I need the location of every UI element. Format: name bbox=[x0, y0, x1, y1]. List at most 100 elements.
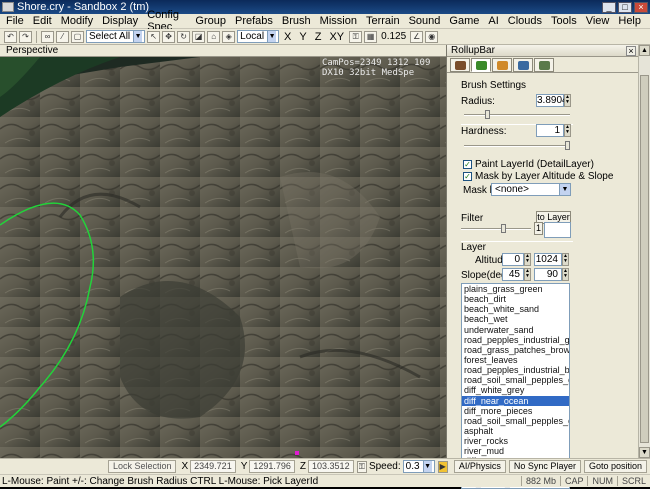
radius-slider-handle[interactable] bbox=[485, 110, 491, 119]
scale-icon[interactable]: ◪ bbox=[192, 30, 206, 43]
slope-min-input[interactable]: 45 bbox=[502, 268, 524, 281]
list-item[interactable]: river_mud bbox=[462, 446, 569, 456]
menu-ai[interactable]: AI bbox=[488, 15, 498, 27]
filter-color-field[interactable] bbox=[544, 222, 571, 238]
redo-icon[interactable]: ↷ bbox=[19, 30, 32, 43]
tab-display[interactable] bbox=[513, 58, 533, 72]
unlink-icon[interactable]: ⁄ bbox=[56, 30, 69, 43]
mask-altitude-checkbox[interactable]: ✓ Mask by Layer Altitude & Slope bbox=[463, 171, 613, 182]
speed-dropdown[interactable]: 0.3 ▼ bbox=[402, 460, 435, 473]
axis-xy-button[interactable]: XY bbox=[326, 31, 347, 43]
tab-modeling[interactable] bbox=[492, 58, 512, 72]
no-sync-player-button[interactable]: No Sync Player bbox=[508, 460, 581, 473]
terrain-render[interactable] bbox=[0, 57, 446, 458]
hardness-slider-handle[interactable] bbox=[565, 141, 570, 150]
y-coord-field[interactable]: 1291.796 bbox=[249, 460, 295, 473]
select-icon[interactable]: ▢ bbox=[71, 30, 84, 43]
menu-tools[interactable]: Tools bbox=[551, 15, 577, 27]
list-item[interactable]: beach_wet bbox=[462, 314, 569, 324]
perspective-viewport[interactable]: Perspective CamPos=2349 1312 109 DX10 32… bbox=[0, 45, 446, 458]
menu-view[interactable]: View bbox=[586, 15, 610, 27]
goto-position-button[interactable]: Goto position bbox=[583, 460, 647, 473]
menu-file[interactable]: File bbox=[6, 15, 24, 27]
game-mode-icon[interactable]: ▶ bbox=[437, 460, 448, 473]
maximize-button[interactable]: □ bbox=[618, 1, 632, 13]
slope-max-spinner[interactable]: ▲ ▼ bbox=[562, 268, 569, 281]
list-item[interactable]: beach_dirt bbox=[462, 294, 569, 304]
scroll-down-icon[interactable]: ▼ bbox=[639, 447, 650, 458]
window-titlebar[interactable]: Shore.cry - Sandbox 2 (tm) _ □ × bbox=[0, 0, 650, 14]
menu-group[interactable]: Group bbox=[195, 15, 226, 27]
lock-axis-icon[interactable]: ⚿ bbox=[349, 30, 363, 43]
menu-brush[interactable]: Brush bbox=[282, 15, 311, 27]
camera-icon[interactable]: ◉ bbox=[425, 30, 439, 43]
coord-system-dropdown[interactable]: Local ▼ bbox=[237, 30, 280, 43]
minimize-button[interactable]: _ bbox=[602, 1, 616, 13]
scroll-thumb[interactable] bbox=[640, 75, 649, 443]
rollup-scrollbar[interactable]: ▲ ▼ bbox=[638, 45, 650, 458]
filter-value[interactable]: 1 bbox=[534, 222, 543, 235]
menu-display[interactable]: Display bbox=[102, 15, 138, 27]
angle-snap-icon[interactable]: ∠ bbox=[410, 30, 424, 43]
hardness-slider[interactable] bbox=[464, 141, 570, 151]
menu-help[interactable]: Help bbox=[618, 15, 641, 27]
menu-edit[interactable]: Edit bbox=[33, 15, 52, 27]
menu-game[interactable]: Game bbox=[449, 15, 479, 27]
menu-clouds[interactable]: Clouds bbox=[508, 15, 542, 27]
list-item[interactable]: diff_more_pieces bbox=[462, 406, 569, 416]
list-item[interactable]: beach_white_sand bbox=[462, 304, 569, 314]
move-icon[interactable]: ✥ bbox=[162, 30, 176, 43]
altitude-max-input[interactable]: 1024 bbox=[534, 253, 562, 266]
object-snap-icon[interactable]: ◈ bbox=[222, 30, 236, 43]
slope-min-spinner[interactable]: ▲ ▼ bbox=[524, 268, 531, 281]
tab-terrain[interactable] bbox=[471, 58, 491, 72]
filter-slider-handle[interactable] bbox=[501, 224, 506, 233]
list-item[interactable]: asphalt bbox=[462, 426, 569, 436]
altitude-max-spinner[interactable]: ▲ ▼ bbox=[562, 253, 569, 266]
scroll-up-icon[interactable]: ▲ bbox=[639, 45, 650, 56]
filter-slider[interactable] bbox=[461, 224, 531, 234]
speed-lock-icon[interactable]: ⚿ bbox=[356, 460, 367, 473]
menu-terrain[interactable]: Terrain bbox=[366, 15, 400, 27]
undo-icon[interactable]: ↶ bbox=[4, 30, 17, 43]
tab-layers[interactable] bbox=[534, 58, 554, 72]
z-coord-field[interactable]: 103.3512 bbox=[308, 460, 354, 473]
altitude-min-spinner[interactable]: ▲ ▼ bbox=[524, 253, 531, 266]
list-item[interactable]: road_soil_small_pepples_green bbox=[462, 375, 569, 385]
radius-input[interactable]: 3.8904 bbox=[536, 94, 568, 107]
slope-max-input[interactable]: 90 bbox=[534, 268, 562, 281]
list-item[interactable]: plains_grass_green bbox=[462, 284, 569, 294]
mask-by-dropdown[interactable]: <none> ▼ bbox=[491, 183, 571, 196]
radius-slider[interactable] bbox=[464, 110, 570, 120]
rollup-close-button[interactable]: × bbox=[626, 46, 636, 56]
link-icon[interactable]: ∞ bbox=[41, 30, 54, 43]
grid-icon[interactable]: ▦ bbox=[364, 30, 378, 43]
list-item[interactable]: diff_near_ocean bbox=[462, 395, 569, 406]
altitude-min-input[interactable]: 0 bbox=[502, 253, 524, 266]
lock-selection-button[interactable]: Lock Selection bbox=[107, 460, 177, 473]
list-item[interactable]: road_soil_small_pepples_grey bbox=[462, 416, 569, 426]
list-item[interactable]: road_pepples_industrial_grey bbox=[462, 335, 569, 345]
axis-y-button[interactable]: Y bbox=[296, 31, 309, 43]
x-coord-field[interactable]: 2349.721 bbox=[190, 460, 236, 473]
tab-objects[interactable] bbox=[450, 58, 470, 72]
ai-physics-button[interactable]: AI/Physics bbox=[453, 460, 506, 473]
menu-modify[interactable]: Modify bbox=[61, 15, 93, 27]
menu-mission[interactable]: Mission bbox=[320, 15, 357, 27]
radius-spinner[interactable]: ▲ ▼ bbox=[564, 94, 571, 107]
list-item[interactable]: diff_white_grey bbox=[462, 385, 569, 395]
paint-layerid-checkbox[interactable]: ✓ Paint LayerId (DetailLayer) bbox=[463, 159, 594, 170]
menu-prefabs[interactable]: Prefabs bbox=[235, 15, 273, 27]
list-item[interactable]: river_rocks bbox=[462, 436, 569, 446]
hardness-input[interactable]: 1 bbox=[536, 124, 564, 137]
list-item[interactable]: road_grass_patches_brown_soil bbox=[462, 345, 569, 355]
close-window-button[interactable]: × bbox=[634, 1, 648, 13]
selection-filter-dropdown[interactable]: Select All ▼ bbox=[86, 30, 146, 43]
grid-size-value[interactable]: 0.125 bbox=[379, 31, 408, 42]
list-item[interactable]: underwater_sand bbox=[462, 325, 569, 335]
pointer-icon[interactable]: ↖ bbox=[147, 30, 161, 43]
rotate-icon[interactable]: ↻ bbox=[177, 30, 191, 43]
list-item[interactable]: forest_leaves bbox=[462, 355, 569, 365]
menu-sound[interactable]: Sound bbox=[409, 15, 441, 27]
axis-x-button[interactable]: X bbox=[281, 31, 294, 43]
